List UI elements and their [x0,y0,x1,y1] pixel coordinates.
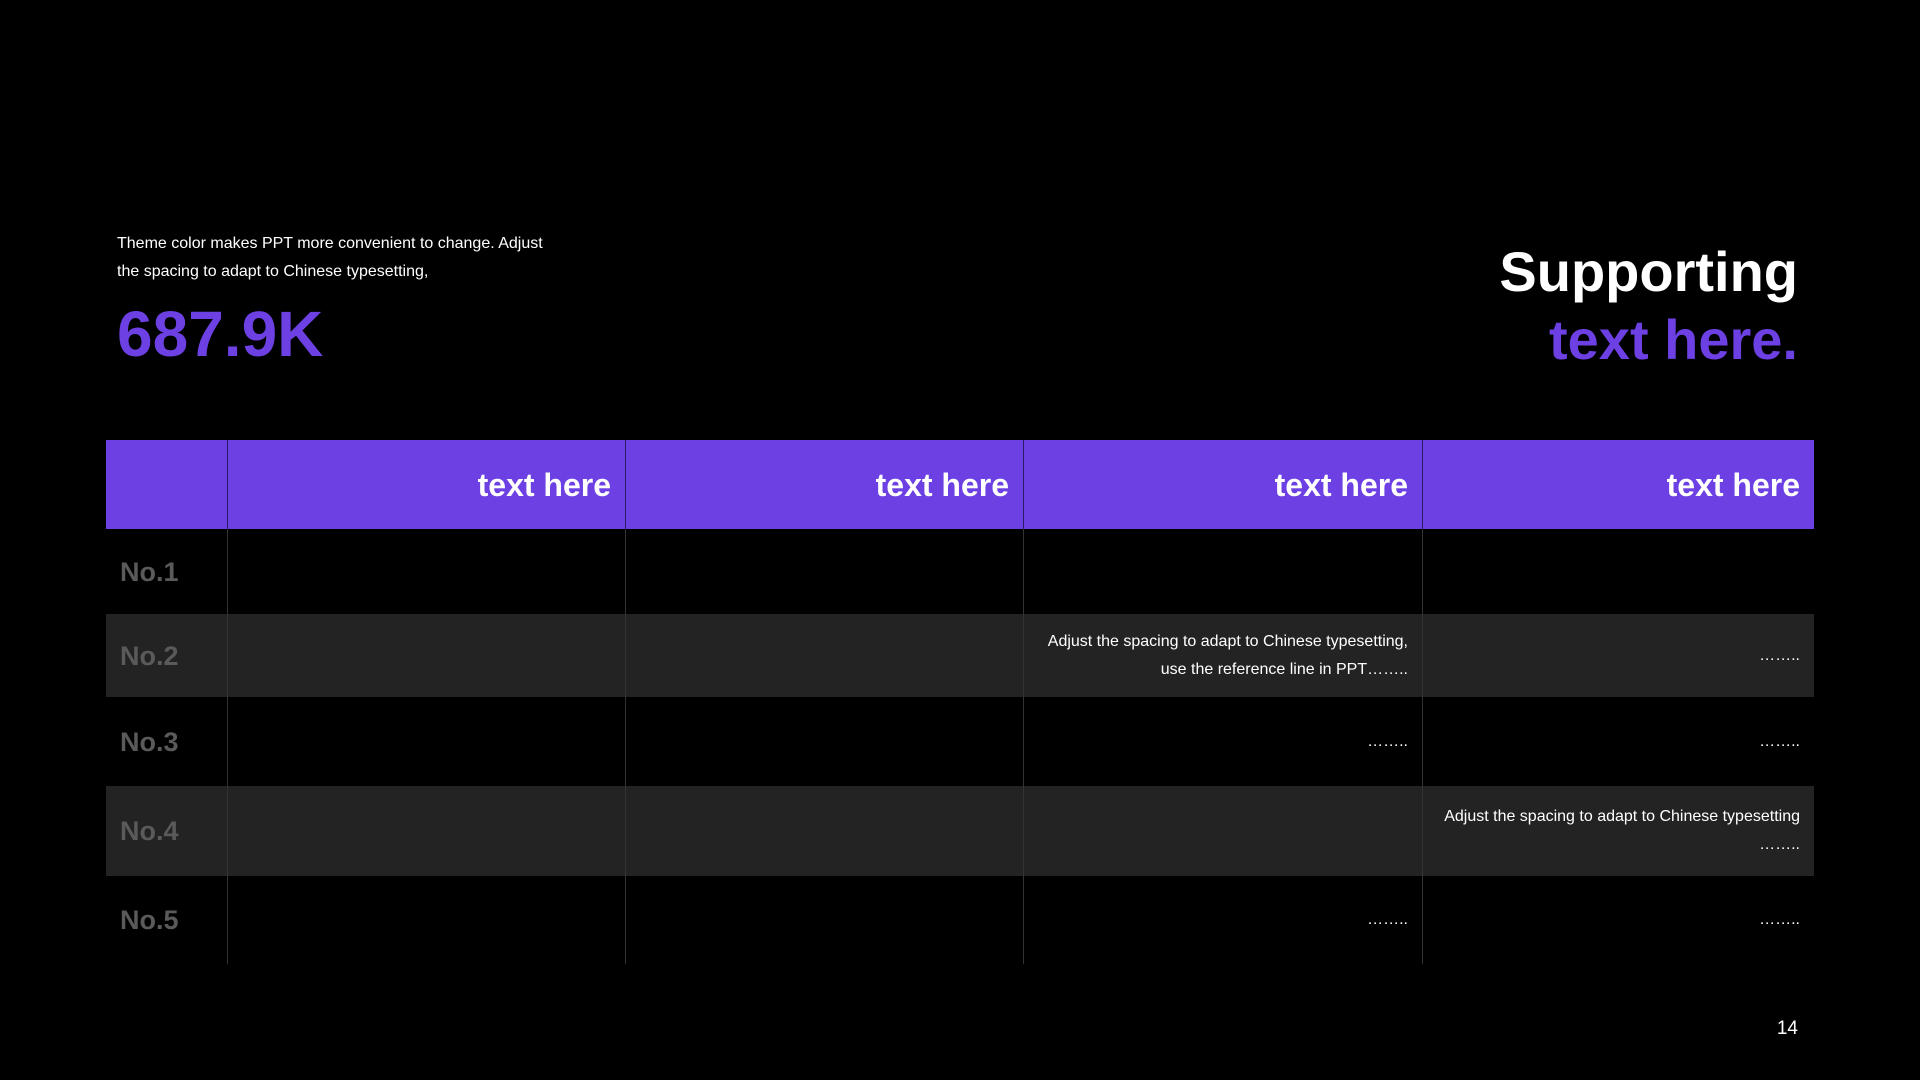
cell-text: Adjust the spacing to adapt to Chinese t… [1047,632,1408,650]
table-cell: …….. [1023,697,1422,786]
table-cell [227,529,625,614]
row-label: No.2 [120,640,179,671]
table-cell [625,697,1023,786]
cell-text: …….. [1759,646,1800,664]
cell-text: …….. [1367,732,1408,750]
comparison-table: text here text here text here text here … [106,440,1814,964]
headline: Supporting text here. [1499,238,1798,374]
table-cell [227,697,625,786]
table-cell [625,529,1023,614]
row-label: No.5 [120,905,179,935]
table-cell [625,876,1023,964]
cell-text: …….. [1759,836,1800,853]
row-label: No.3 [120,726,179,757]
intro-line-2: the spacing to adapt to Chinese typesett… [117,263,429,280]
cell-text: Adjust the spacing to adapt to Chinese t… [1444,808,1800,825]
header-cell-3: text here [1023,440,1422,529]
table-row: No.4 Adjust the spacing to adapt to Chin… [106,786,1814,876]
table-cell [227,614,625,697]
intro-line-1: Theme color makes PPT more convenient to… [117,235,543,252]
table-cell [227,876,625,964]
table-cell: …….. [1023,876,1422,964]
table-row: No.3 …….. …….. [106,697,1814,786]
table-cell: …….. [1422,697,1814,786]
cell-text: …….. [1759,732,1800,750]
table-row: No.1 [106,529,1814,614]
table-header-row: text here text here text here text here [106,440,1814,529]
table-cell [1023,529,1422,614]
table-cell [625,786,1023,876]
intro-text: Theme color makes PPT more convenient to… [117,230,567,286]
table-cell: …….. [1422,614,1814,697]
table-cell [227,786,625,876]
cell-text: …….. [1759,911,1800,928]
page-number: 14 [1776,1018,1798,1039]
table-row: No.5 …….. …….. [106,876,1814,964]
header-cell-empty [106,440,227,529]
table-cell [625,614,1023,697]
row-label: No.1 [120,556,179,587]
table-cell [1023,786,1422,876]
stat-value: 687.9K [117,298,324,370]
headline-line-2: text here. [1549,308,1798,371]
header-cell-1: text here [227,440,625,529]
cell-text: …….. [1367,911,1408,928]
table-row: No.2 Adjust the spacing to adapt to Chin… [106,614,1814,697]
headline-line-1: Supporting [1499,240,1798,303]
table-cell: …….. [1422,876,1814,964]
row-label: No.4 [120,816,179,846]
cell-text: use the reference line in PPT…….. [1160,660,1408,678]
header-cell-4: text here [1422,440,1814,529]
slide: Theme color makes PPT more convenient to… [0,0,1920,1080]
table-cell [1422,529,1814,614]
header-cell-2: text here [625,440,1023,529]
table-cell: Adjust the spacing to adapt to Chinese t… [1023,614,1422,697]
table-cell: Adjust the spacing to adapt to Chinese t… [1422,786,1814,876]
